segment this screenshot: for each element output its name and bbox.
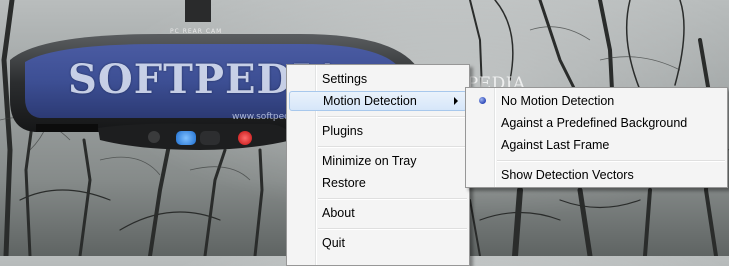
- menu-item-quit[interactable]: Quit: [289, 233, 467, 253]
- submenu-item-label: Show Detection Vectors: [501, 168, 634, 182]
- submenu-item-no-motion-detection[interactable]: No Motion Detection: [468, 91, 725, 111]
- camera-label: PC REAR CAM: [170, 28, 223, 35]
- menu-item-label: About: [322, 206, 355, 220]
- menu-item-plugins[interactable]: Plugins: [289, 121, 467, 141]
- menu-separator: [318, 228, 467, 230]
- submenu-arrow-icon: [454, 97, 458, 105]
- menu-item-about[interactable]: About: [289, 203, 467, 223]
- eye-button[interactable]: [200, 131, 220, 145]
- capture-button[interactable]: [176, 131, 196, 145]
- mic-button[interactable]: [148, 131, 160, 143]
- motion-detection-submenu: No Motion Detection Against a Predefined…: [465, 87, 728, 188]
- submenu-item-label: Against a Predefined Background: [501, 116, 688, 130]
- submenu-item-against-last-frame[interactable]: Against Last Frame: [468, 135, 725, 155]
- menu-separator: [497, 160, 725, 162]
- menu-item-label: Settings: [322, 72, 368, 86]
- menu-item-label: Minimize on Tray: [322, 154, 417, 168]
- radio-selected-icon: [479, 97, 486, 104]
- menu-item-label: Quit: [322, 236, 345, 250]
- menu-item-label: Restore: [322, 176, 366, 190]
- menu-item-minimize-on-tray[interactable]: Minimize on Tray: [289, 151, 467, 171]
- menu-separator: [318, 198, 467, 200]
- menu-item-label: Plugins: [322, 124, 363, 138]
- menu-item-restore[interactable]: Restore: [289, 173, 467, 193]
- menu-separator: [318, 116, 467, 118]
- menu-item-motion-detection[interactable]: Motion Detection: [289, 91, 467, 111]
- menu-item-label: Motion Detection: [323, 94, 417, 108]
- menu-item-settings[interactable]: Settings: [289, 69, 467, 89]
- submenu-item-label: No Motion Detection: [501, 94, 615, 108]
- submenu-item-show-detection-vectors[interactable]: Show Detection Vectors: [468, 165, 725, 185]
- context-menu: Settings Motion Detection Plugins Minimi…: [286, 64, 470, 266]
- submenu-item-against-predefined-background[interactable]: Against a Predefined Background: [468, 113, 725, 133]
- record-button[interactable]: [238, 131, 252, 145]
- menu-separator: [318, 146, 467, 148]
- submenu-item-label: Against Last Frame: [501, 138, 610, 152]
